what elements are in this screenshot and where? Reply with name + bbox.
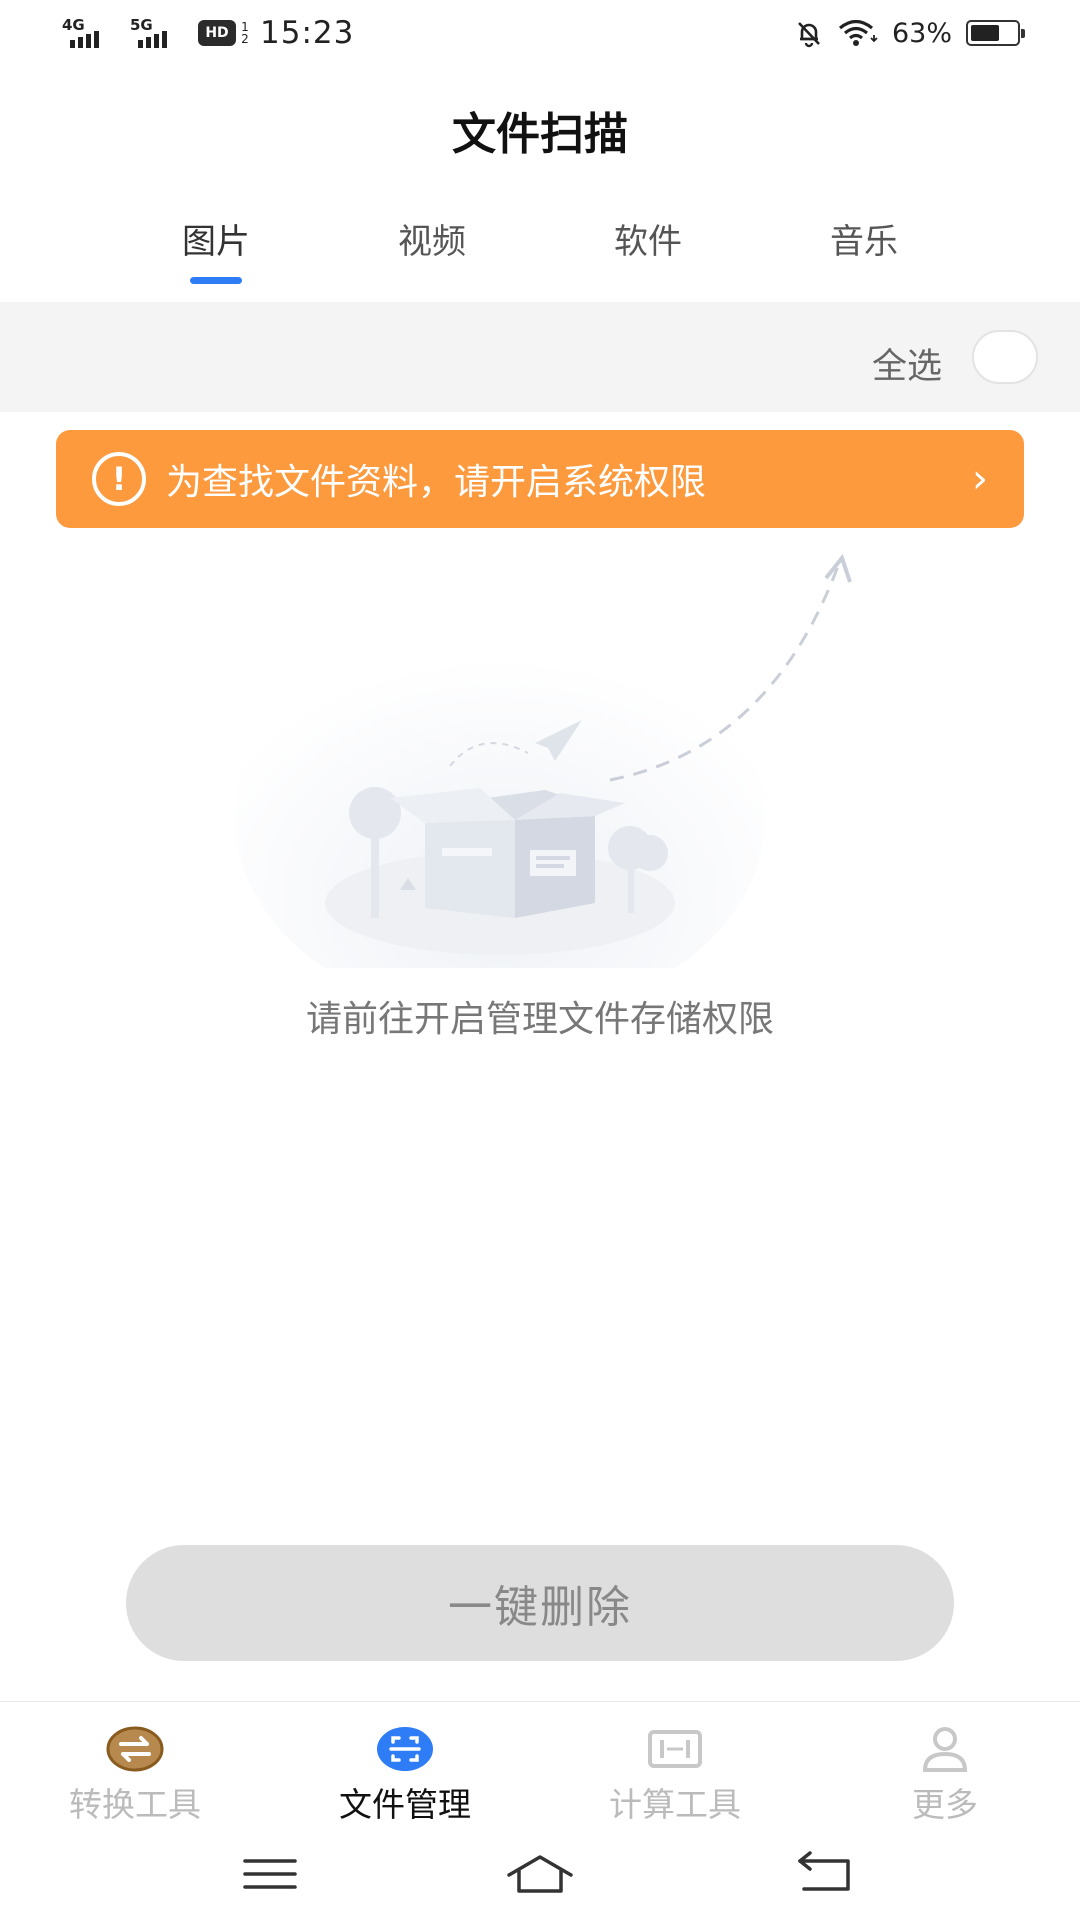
nav-label: 文件管理 — [339, 1785, 471, 1824]
nav-item-more[interactable]: 更多 — [810, 1702, 1080, 1830]
nav-label: 计算工具 — [609, 1785, 741, 1824]
empty-box-illustration — [235, 553, 852, 968]
convert-icon — [106, 1726, 164, 1772]
tab-videos[interactable]: 视频 — [324, 214, 540, 284]
back-icon[interactable] — [790, 1849, 860, 1899]
page-title: 文件扫描 — [452, 109, 628, 160]
permission-banner[interactable]: ! 为查找文件资料，请开启系统权限 › — [56, 430, 1024, 528]
select-all-label: 全选 — [871, 347, 942, 387]
system-nav-bar — [0, 1829, 1080, 1920]
tab-bar: 图片 视频 软件 音乐 — [108, 214, 972, 284]
nav-label: 更多 — [912, 1785, 978, 1824]
hd-fraction: 1 2 — [241, 20, 249, 46]
clock: 15:23 — [260, 15, 355, 51]
nav-item-calculator[interactable]: 计算工具 — [540, 1702, 810, 1830]
nav-item-convert[interactable]: 转换工具 — [0, 1702, 270, 1830]
menu-icon[interactable] — [235, 1849, 305, 1899]
bottom-nav: 转换工具 文件管理 计算工具 更多 — [0, 1701, 1080, 1829]
calculator-icon — [648, 1730, 702, 1768]
tab-label: 软件 — [614, 222, 682, 262]
tab-label: 图片 — [182, 222, 250, 262]
tab-label: 视频 — [398, 222, 466, 262]
tab-images[interactable]: 图片 — [108, 214, 324, 284]
status-right: 63% — [794, 12, 1025, 54]
battery-percent: 63% — [891, 17, 952, 49]
select-all-bar: 全选 — [0, 302, 1080, 412]
scan-icon — [377, 1727, 433, 1771]
tab-label: 音乐 — [830, 222, 898, 262]
chevron-right-icon: › — [972, 456, 988, 502]
banner-text: 为查找文件资料，请开启系统权限 — [166, 462, 707, 503]
signal-2-icon: 5G — [130, 16, 188, 50]
wifi-icon — [838, 19, 878, 46]
one-click-delete-button[interactable]: 一键删除 — [126, 1545, 954, 1661]
tab-active-indicator — [190, 277, 242, 284]
select-all-checkbox[interactable] — [972, 330, 1038, 384]
signal-1-icon: 4G — [62, 16, 120, 50]
nav-item-file-manager[interactable]: 文件管理 — [270, 1702, 540, 1830]
home-icon[interactable] — [505, 1849, 575, 1899]
empty-state-text: 请前往开启管理文件存储权限 — [305, 999, 774, 1040]
hd-icon: HD — [198, 20, 236, 46]
status-bar: 4G 5G HD 1 2 15:23 63% — [0, 0, 1080, 66]
nav-label: 转换工具 — [69, 1785, 201, 1824]
battery-icon — [966, 20, 1025, 46]
user-icon — [922, 1727, 968, 1772]
status-left: 4G 5G HD 1 2 15:23 — [62, 12, 354, 54]
alert-icon: ! — [92, 452, 146, 506]
mute-bell-icon — [798, 22, 820, 48]
tab-software[interactable]: 软件 — [540, 214, 756, 284]
tab-music[interactable]: 音乐 — [756, 214, 972, 284]
